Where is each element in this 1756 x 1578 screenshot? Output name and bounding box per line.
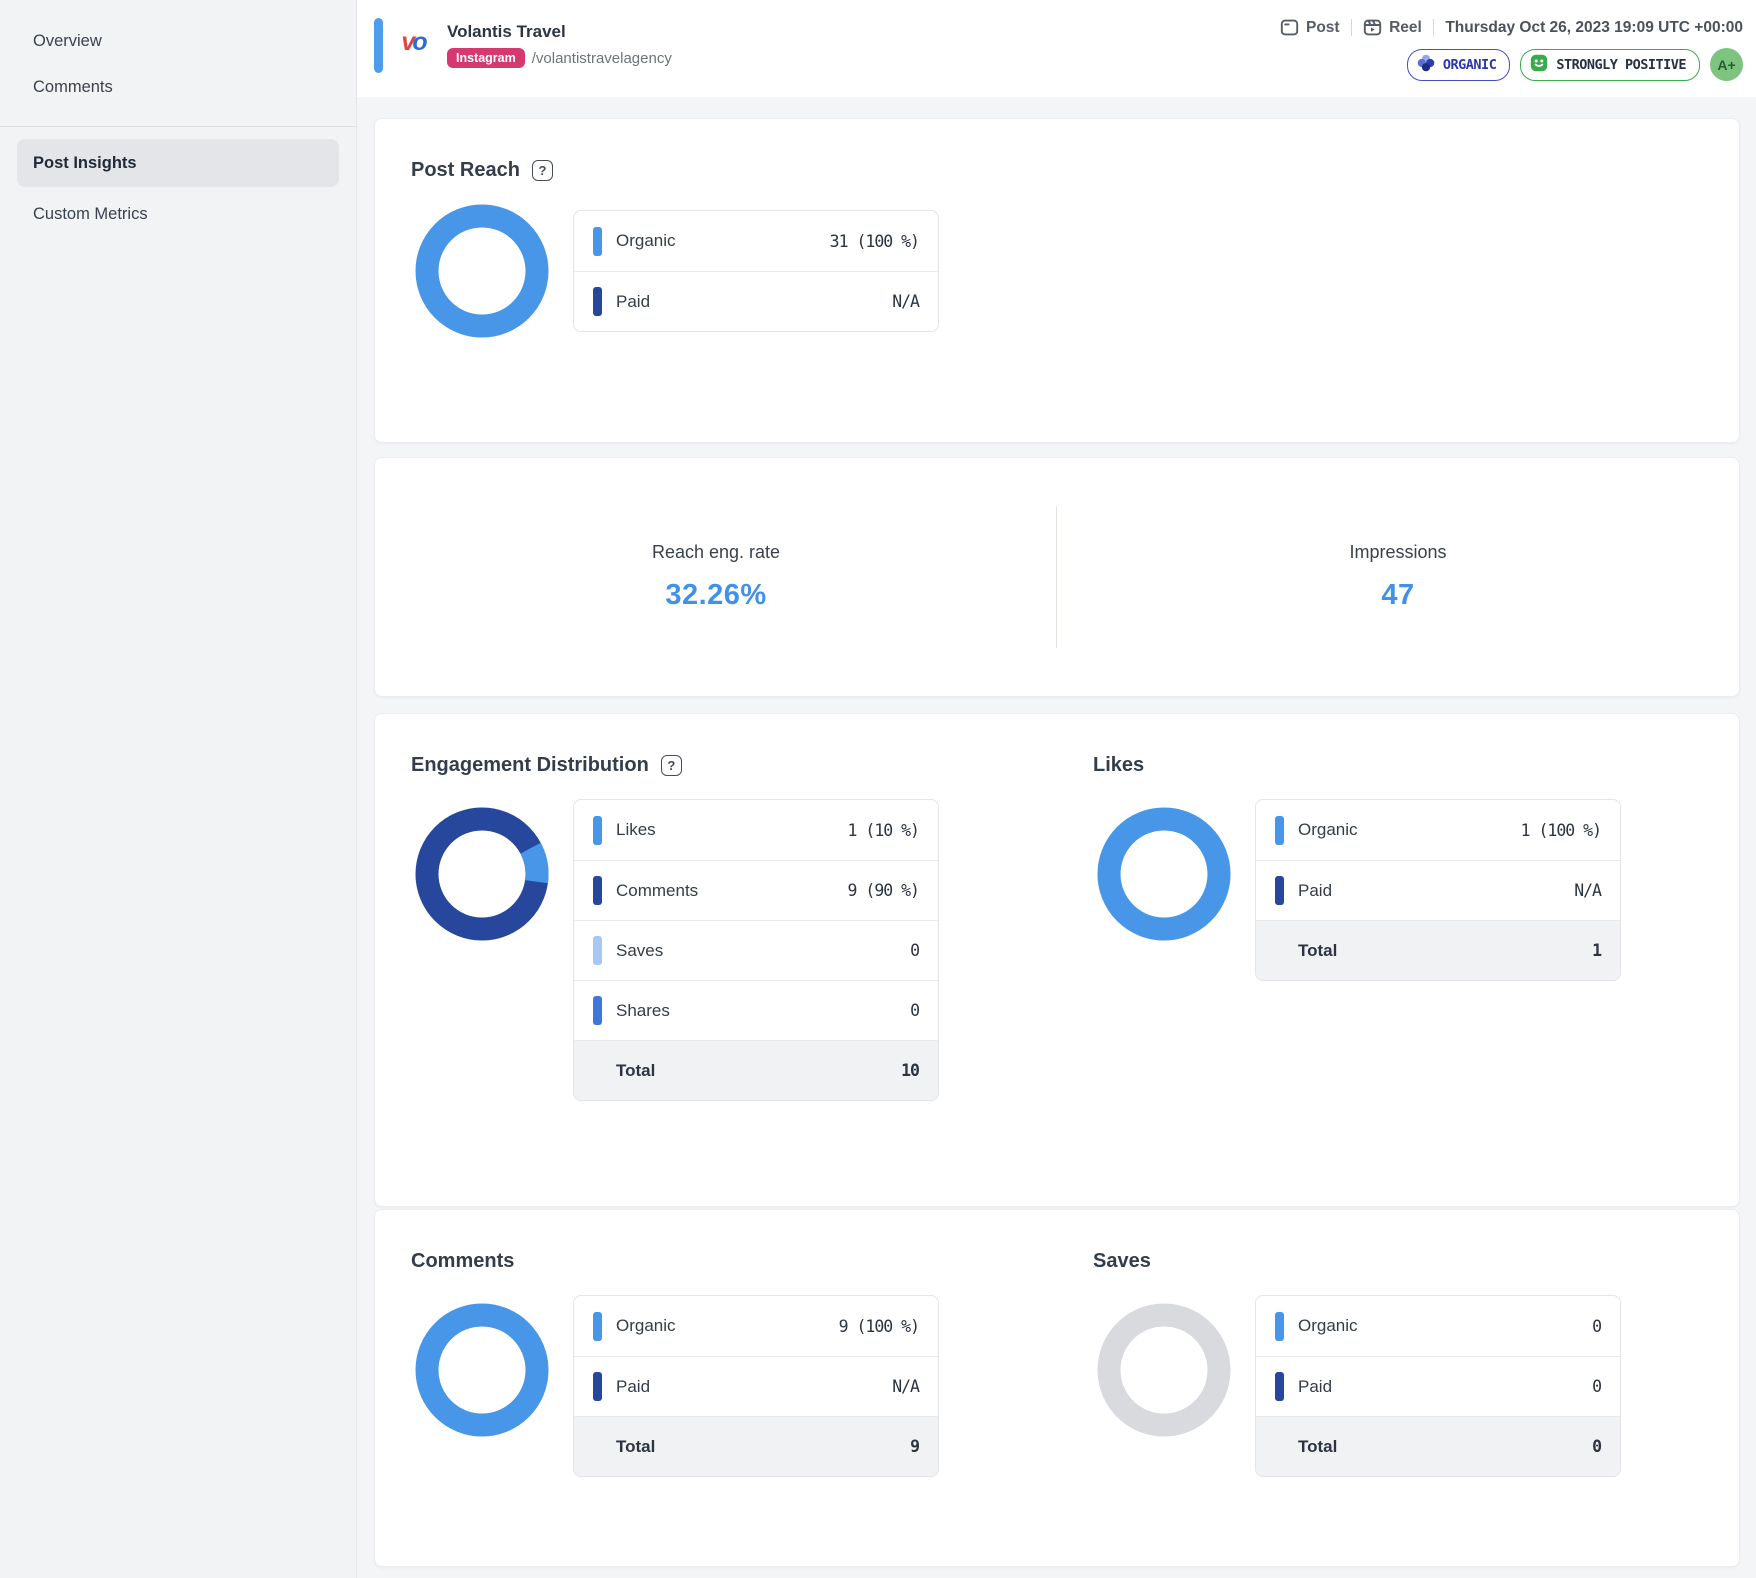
logo-letter-v: v [401, 28, 412, 57]
comments-panel: Comments Organic 9 (100 %) [375, 1210, 1057, 1566]
reel-icon [1363, 18, 1382, 37]
engagement-distribution-panel: Engagement Distribution ? [375, 714, 1057, 1206]
legend-row: Paid N/A [1256, 860, 1620, 920]
legend-row: Comments 9 (90 %) [574, 860, 938, 920]
metric-value: 32.26% [665, 579, 766, 612]
sidebar-item-comments[interactable]: Comments [0, 64, 356, 110]
shares-marker [593, 996, 602, 1025]
post-reach-title: Post Reach [411, 159, 520, 182]
organic-marker [593, 227, 602, 256]
legend-row: Organic 1 (100 %) [1256, 800, 1620, 860]
saves-title: Saves [1093, 1250, 1151, 1273]
separator [1433, 19, 1435, 36]
paid-marker [1275, 876, 1284, 905]
legend-row: Paid N/A [574, 271, 938, 331]
metric-label: Reach eng. rate [652, 542, 780, 563]
metrics-card: Reach eng. rate 32.26% Impressions 47 [374, 457, 1740, 697]
sentiment-badge-label: STRONGLY POSITIVE [1556, 57, 1686, 73]
saves-legend: Organic 0 Paid 0 Total 0 [1255, 1295, 1621, 1477]
logo-letter-o: o [412, 28, 424, 57]
separator [1351, 19, 1353, 36]
likes-donut [1057, 799, 1255, 941]
engagement-donut [375, 799, 573, 941]
impressions-metric: Impressions 47 [1057, 458, 1739, 696]
likes-panel: Likes Organic 1 (100 %) [1057, 714, 1739, 1206]
legend-row: Organic 9 (100 %) [574, 1296, 938, 1356]
sidebar-item-post-insights[interactable]: Post Insights [17, 139, 339, 187]
legend-row: Shares 0 [574, 980, 938, 1040]
account-info: Volantis Travel Instagram /volantistrave… [447, 17, 672, 68]
legend-total-row: Total 9 [574, 1416, 938, 1476]
legend-row: Organic 31 (100 %) [574, 211, 938, 271]
smiley-icon [1530, 54, 1548, 76]
sidebar-divider [0, 126, 356, 127]
saves-donut [1057, 1295, 1255, 1437]
paid-marker [593, 287, 602, 316]
legend-total-row: Total 10 [574, 1040, 938, 1100]
post-icon [1280, 18, 1299, 37]
legend-total-row: Total 1 [1256, 920, 1620, 980]
post-reach-card: Post Reach ? Organic 31 (100 %) [374, 118, 1740, 443]
network-badge: Instagram [447, 48, 525, 68]
help-icon[interactable]: ? [661, 755, 682, 776]
account-block: vo Volantis Travel Instagram /volantistr… [374, 0, 672, 97]
post-type-chip[interactable]: Post [1280, 18, 1340, 37]
likes-title: Likes [1093, 754, 1144, 777]
comments-donut [375, 1295, 573, 1437]
organic-marker [593, 1312, 602, 1341]
account-logo: vo [393, 25, 433, 59]
account-name: Volantis Travel [447, 22, 672, 42]
comments-title: Comments [411, 1250, 514, 1273]
sidebar-item-custom-metrics[interactable]: Custom Metrics [0, 191, 356, 237]
metric-label: Impressions [1349, 542, 1446, 563]
account-handle[interactable]: /volantistravelagency [532, 50, 672, 67]
engagement-card: Engagement Distribution ? [374, 713, 1740, 1207]
help-icon[interactable]: ? [532, 160, 553, 181]
content-area: Post Reach ? Organic 31 (100 %) [357, 97, 1756, 1578]
paid-marker [1275, 1372, 1284, 1401]
post-meta: Post Reel Thursday Oct 26, 20 [1280, 0, 1743, 97]
legend-row: Likes 1 (10 %) [574, 800, 938, 860]
sidebar: Overview Comments Post Insights Custom M… [0, 0, 357, 1578]
comments-marker [593, 876, 602, 905]
legend-row: Paid N/A [574, 1356, 938, 1416]
comments-legend: Organic 9 (100 %) Paid N/A Total 9 [573, 1295, 939, 1477]
sidebar-item-overview[interactable]: Overview [0, 18, 356, 64]
paid-marker [593, 1372, 602, 1401]
accent-bar [374, 18, 383, 73]
comments-saves-card: Comments Organic 9 (100 %) [374, 1209, 1740, 1567]
legend-total-row: Total 0 [1256, 1416, 1620, 1476]
post-type-label: Post [1306, 19, 1340, 37]
legend-row: Paid 0 [1256, 1356, 1620, 1416]
likes-legend: Organic 1 (100 %) Paid N/A Total 1 [1255, 799, 1621, 981]
reel-type-chip[interactable]: Reel [1363, 18, 1422, 37]
legend-row: Saves 0 [574, 920, 938, 980]
organic-badge: ORGANIC [1407, 49, 1510, 81]
grade-badge: A+ [1710, 48, 1743, 81]
post-reach-donut [375, 204, 573, 338]
organic-marker [1275, 816, 1284, 845]
reel-type-label: Reel [1389, 19, 1422, 37]
saves-marker [593, 936, 602, 965]
engagement-legend: Likes 1 (10 %) Comments 9 (90 %) Saves [573, 799, 939, 1101]
post-datetime: Thursday Oct 26, 2023 19:09 UTC +00:00 [1445, 19, 1743, 37]
sentiment-badge: STRONGLY POSITIVE [1520, 49, 1700, 81]
reach-eng-rate-metric: Reach eng. rate 32.26% [375, 458, 1057, 696]
post-header: vo Volantis Travel Instagram /volantistr… [357, 0, 1756, 97]
saves-panel: Saves Organic 0 [1057, 1210, 1739, 1566]
main-area: vo Volantis Travel Instagram /volantistr… [357, 0, 1756, 1578]
metric-value: 47 [1381, 579, 1414, 612]
likes-marker [593, 816, 602, 845]
post-reach-legend: Organic 31 (100 %) Paid N/A [573, 210, 939, 332]
engagement-distribution-title: Engagement Distribution [411, 754, 649, 777]
organic-badge-label: ORGANIC [1443, 57, 1496, 73]
organic-icon [1417, 54, 1435, 76]
organic-marker [1275, 1312, 1284, 1341]
legend-row: Organic 0 [1256, 1296, 1620, 1356]
